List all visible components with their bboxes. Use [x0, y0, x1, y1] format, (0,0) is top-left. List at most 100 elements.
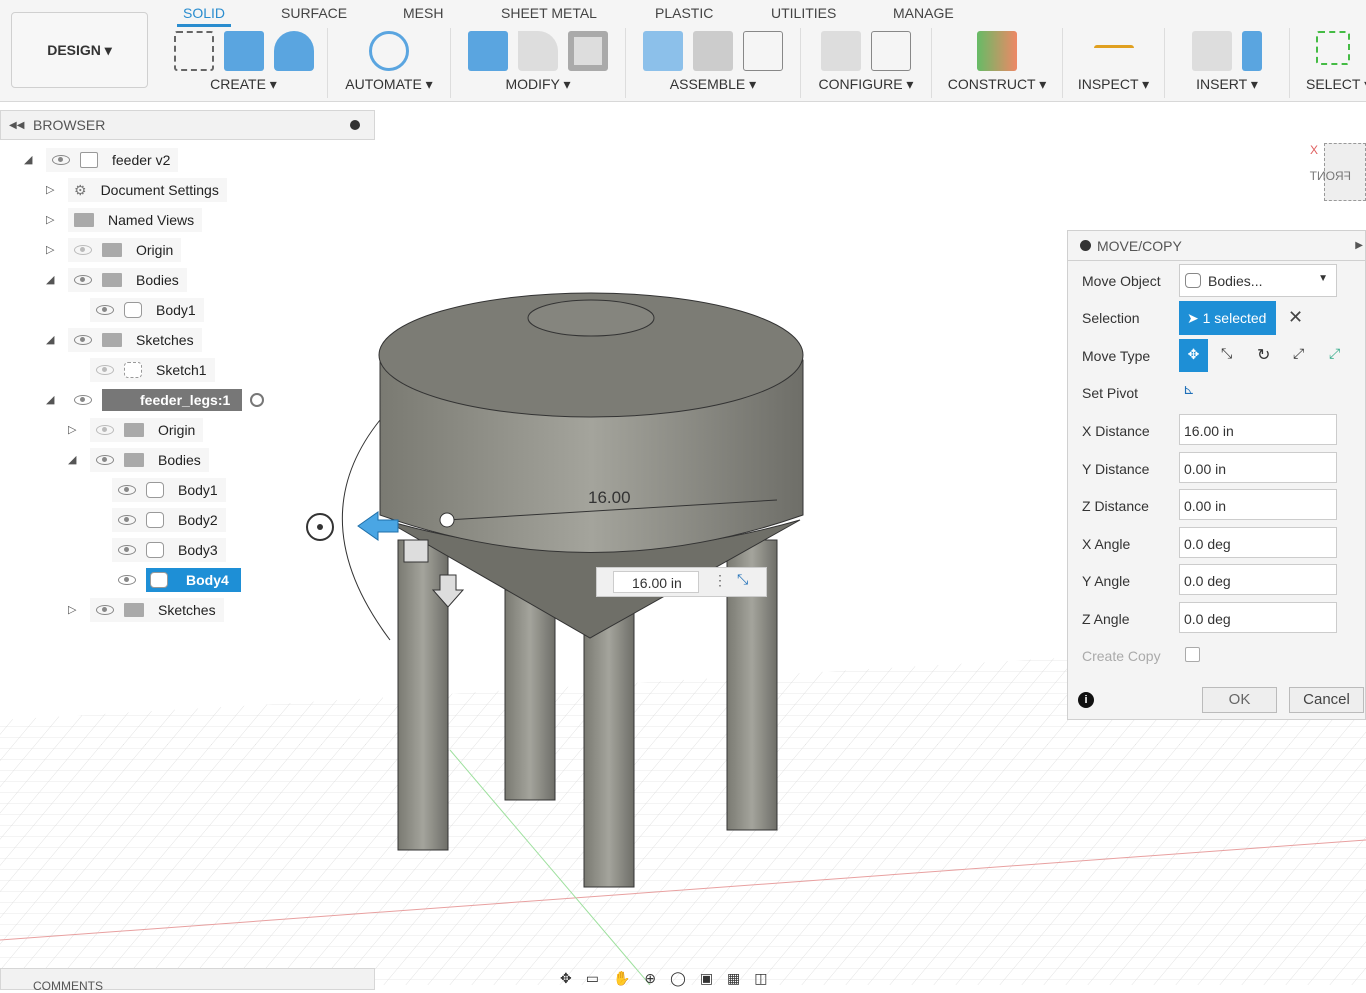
rotate-icon[interactable]: ↻: [1257, 345, 1270, 365]
tree-item-sketches[interactable]: Sketches: [68, 328, 202, 352]
config-table-icon[interactable]: [871, 31, 911, 71]
tab-plastic[interactable]: PLASTIC: [655, 5, 713, 21]
tree-item-legs-body1[interactable]: Body1: [112, 478, 226, 502]
modify-group[interactable]: MODIFY ▾: [451, 28, 626, 98]
press-pull-icon[interactable]: [468, 31, 508, 71]
tree-item-legs-body3[interactable]: Body3: [112, 538, 226, 562]
visibility-off-icon[interactable]: [96, 365, 114, 375]
visibility-icon[interactable]: [74, 275, 92, 285]
x-distance-input[interactable]: 16.00 in: [1179, 414, 1337, 445]
display-settings-icon[interactable]: ▣: [700, 970, 713, 986]
create-group[interactable]: CREATE ▾: [160, 28, 328, 98]
look-at-icon[interactable]: ▭: [586, 970, 599, 986]
y-distance-input[interactable]: 0.00 in: [1179, 451, 1337, 483]
inspect-group[interactable]: INSPECT ▾: [1063, 28, 1165, 98]
tree-item-legs-bodies[interactable]: Bodies: [90, 448, 209, 472]
collapse-icon[interactable]: [1080, 240, 1091, 251]
select-group[interactable]: SELECT ▾: [1290, 28, 1366, 98]
viewcube[interactable]: FRONT: [1310, 143, 1366, 201]
revolve-icon[interactable]: [273, 31, 314, 71]
visibility-icon[interactable]: [118, 515, 136, 525]
more-icon[interactable]: ⋮: [713, 572, 727, 589]
measure-icon[interactable]: [1093, 45, 1134, 57]
expand-icon[interactable]: ▶: [1355, 240, 1363, 251]
tab-mesh[interactable]: MESH: [403, 5, 443, 21]
free-move-icon[interactable]: ✥: [1179, 339, 1208, 372]
tab-utilities[interactable]: UTILITIES: [771, 5, 836, 21]
tree-item-bodies[interactable]: Bodies: [68, 268, 187, 292]
select-icon[interactable]: [1316, 31, 1350, 65]
translate-icon[interactable]: ⤡: [1221, 345, 1232, 362]
browser-header[interactable]: ◀◀ BROWSER: [0, 110, 375, 140]
visibility-icon[interactable]: [118, 575, 136, 585]
tree-item-legs-body4[interactable]: Body4: [112, 568, 249, 592]
tree-item-root[interactable]: feeder v2: [46, 148, 179, 172]
insert-derive-icon[interactable]: [1192, 31, 1232, 71]
pan-icon[interactable]: ✋: [613, 970, 630, 986]
pin-icon[interactable]: [350, 120, 360, 130]
visibility-icon[interactable]: [96, 305, 114, 315]
visibility-icon[interactable]: [96, 455, 114, 465]
construct-group[interactable]: CONSTRUCT ▾: [932, 28, 1063, 98]
point-to-point-icon[interactable]: ⤢: [1293, 345, 1304, 362]
cancel-button[interactable]: Cancel: [1289, 687, 1364, 713]
comments-panel[interactable]: COMMENTS: [0, 968, 375, 993]
automate-icon[interactable]: [369, 31, 409, 71]
visibility-off-icon[interactable]: [96, 425, 114, 435]
tab-solid[interactable]: SOLID: [176, 5, 232, 27]
tree-item-feeder-legs[interactable]: feeder_legs:1: [68, 388, 272, 412]
move-object-select[interactable]: Bodies... ▼: [1179, 264, 1337, 297]
x-angle-input[interactable]: 0.0 deg: [1179, 526, 1337, 558]
tree-item-body1[interactable]: Body1: [90, 298, 204, 322]
new-component-icon[interactable]: [643, 31, 683, 71]
assemble-group[interactable]: ASSEMBLE ▾: [626, 28, 801, 98]
tree-item-legs-body2[interactable]: Body2: [112, 508, 226, 532]
configure-icon[interactable]: [821, 31, 861, 71]
tree-item-sketch1[interactable]: Sketch1: [90, 358, 215, 382]
ok-button[interactable]: OK: [1202, 687, 1277, 713]
info-icon[interactable]: i: [1078, 692, 1094, 708]
extrude-icon[interactable]: [223, 31, 264, 71]
visibility-off-icon[interactable]: [74, 245, 92, 255]
point-to-position-icon[interactable]: ⤢: [1329, 345, 1340, 362]
tree-item-origin[interactable]: Origin: [68, 238, 182, 262]
viewports-icon[interactable]: ◫: [754, 970, 767, 986]
tree-item-document-settings[interactable]: ⚙ Document Settings: [68, 178, 227, 202]
activate-radio-icon[interactable]: [250, 393, 265, 407]
insert-mcmaster-icon[interactable]: [1242, 31, 1262, 71]
fit-icon[interactable]: ◯: [670, 970, 686, 986]
selection-button[interactable]: ➤ 1 selected: [1179, 301, 1276, 335]
grid-icon[interactable]: ▦: [727, 970, 740, 986]
tree-item-legs-origin[interactable]: Origin: [90, 418, 204, 442]
plane-icon[interactable]: [977, 31, 1017, 71]
distance-input[interactable]: 16.00 in: [613, 571, 699, 593]
automate-group[interactable]: AUTOMATE ▾: [328, 28, 451, 98]
z-distance-input[interactable]: 0.00 in: [1179, 489, 1337, 520]
workspace-switcher[interactable]: DESIGN ▾: [11, 12, 148, 88]
insert-group[interactable]: INSERT ▾: [1165, 28, 1290, 98]
visibility-icon[interactable]: [118, 485, 136, 495]
visibility-icon[interactable]: [74, 335, 92, 345]
set-pivot-icon[interactable]: ⊾: [1183, 381, 1195, 398]
tab-surface[interactable]: SURFACE: [281, 5, 347, 21]
create-copy-checkbox[interactable]: [1185, 647, 1200, 662]
orbit-icon[interactable]: ✥: [560, 970, 572, 986]
tab-sheet-metal[interactable]: SHEET METAL: [501, 5, 597, 21]
visibility-icon[interactable]: [52, 155, 70, 165]
collapse-icon[interactable]: ◀◀: [9, 120, 24, 131]
zoom-icon[interactable]: ⊕: [644, 970, 656, 986]
visibility-icon[interactable]: [74, 395, 92, 405]
joint-icon[interactable]: [693, 31, 733, 71]
transform-icon[interactable]: ⤡: [737, 571, 748, 588]
y-angle-input[interactable]: 0.0 deg: [1179, 564, 1337, 595]
sketch-icon[interactable]: [173, 31, 214, 71]
shell-icon[interactable]: [568, 31, 608, 71]
configure-group[interactable]: CONFIGURE ▾: [801, 28, 932, 98]
clear-selection-icon[interactable]: ✕: [1288, 307, 1303, 328]
tree-item-legs-sketches[interactable]: Sketches: [90, 598, 224, 622]
fillet-icon[interactable]: [518, 31, 558, 71]
visibility-icon[interactable]: [118, 545, 136, 555]
tree-item-named-views[interactable]: Named Views: [68, 208, 203, 232]
table-icon[interactable]: [743, 31, 783, 71]
visibility-icon[interactable]: [96, 605, 114, 615]
